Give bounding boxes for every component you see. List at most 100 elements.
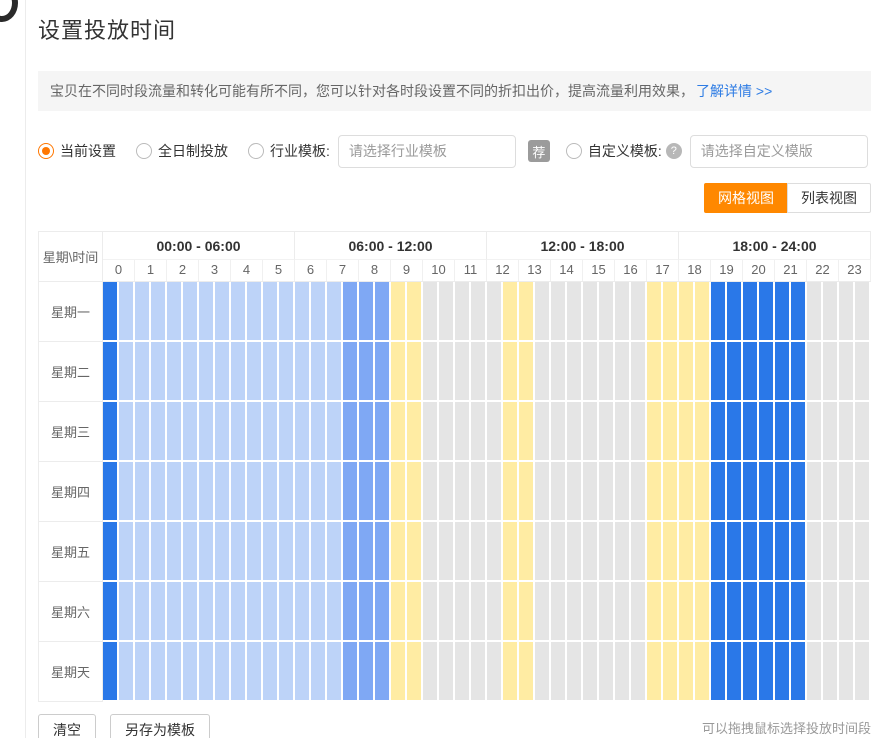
halfhour-cell[interactable] [439, 342, 455, 402]
halfhour-cell[interactable] [263, 462, 279, 522]
halfhour-cell[interactable] [135, 582, 151, 642]
halfhour-cell[interactable] [167, 522, 183, 582]
halfhour-cell[interactable] [439, 402, 455, 462]
halfhour-cell[interactable] [119, 462, 135, 522]
save-as-template-button[interactable]: 另存为模板 [110, 714, 210, 738]
halfhour-cell[interactable] [279, 642, 295, 702]
learn-more-link[interactable]: 了解详情 >> [696, 83, 772, 99]
halfhour-cell[interactable] [695, 522, 711, 582]
halfhour-cell[interactable] [247, 582, 263, 642]
halfhour-cell[interactable] [423, 462, 439, 522]
halfhour-cell[interactable] [823, 642, 839, 702]
halfhour-cell[interactable] [119, 642, 135, 702]
halfhour-cell[interactable] [855, 402, 871, 462]
halfhour-cell[interactable] [247, 282, 263, 342]
halfhour-cell[interactable] [551, 282, 567, 342]
halfhour-cell[interactable] [791, 342, 807, 402]
halfhour-cell[interactable] [167, 462, 183, 522]
halfhour-cell[interactable] [487, 642, 503, 702]
halfhour-cell[interactable] [327, 522, 343, 582]
halfhour-cell[interactable] [231, 462, 247, 522]
halfhour-cell[interactable] [503, 462, 519, 522]
halfhour-cell[interactable] [599, 642, 615, 702]
radio-current-settings[interactable]: 当前设置 [38, 141, 116, 161]
halfhour-cell[interactable] [423, 642, 439, 702]
halfhour-cell[interactable] [279, 582, 295, 642]
halfhour-cell[interactable] [471, 582, 487, 642]
halfhour-cell[interactable] [487, 522, 503, 582]
halfhour-cell[interactable] [247, 522, 263, 582]
halfhour-cell[interactable] [551, 582, 567, 642]
halfhour-cell[interactable] [615, 462, 631, 522]
halfhour-cell[interactable] [455, 522, 471, 582]
halfhour-cell[interactable] [727, 402, 743, 462]
halfhour-cell[interactable] [391, 582, 407, 642]
halfhour-cell[interactable] [743, 282, 759, 342]
halfhour-cell[interactable] [839, 342, 855, 402]
halfhour-cell[interactable] [775, 462, 791, 522]
halfhour-cell[interactable] [279, 282, 295, 342]
halfhour-cell[interactable] [471, 522, 487, 582]
halfhour-cell[interactable] [727, 582, 743, 642]
halfhour-cell[interactable] [855, 342, 871, 402]
halfhour-cell[interactable] [487, 462, 503, 522]
halfhour-cell[interactable] [647, 342, 663, 402]
halfhour-cell[interactable] [103, 282, 119, 342]
halfhour-cell[interactable] [375, 642, 391, 702]
halfhour-cell[interactable] [567, 522, 583, 582]
halfhour-cell[interactable] [743, 642, 759, 702]
halfhour-cell[interactable] [567, 342, 583, 402]
halfhour-cell[interactable] [631, 282, 647, 342]
halfhour-cell[interactable] [247, 642, 263, 702]
halfhour-cell[interactable] [727, 282, 743, 342]
halfhour-cell[interactable] [519, 282, 535, 342]
halfhour-cell[interactable] [295, 282, 311, 342]
halfhour-cell[interactable] [503, 642, 519, 702]
halfhour-cell[interactable] [375, 402, 391, 462]
halfhour-cell[interactable] [647, 582, 663, 642]
halfhour-cell[interactable] [151, 402, 167, 462]
halfhour-cell[interactable] [103, 522, 119, 582]
halfhour-cell[interactable] [711, 462, 727, 522]
halfhour-cell[interactable] [247, 342, 263, 402]
halfhour-cell[interactable] [103, 462, 119, 522]
halfhour-cell[interactable] [631, 522, 647, 582]
halfhour-cell[interactable] [663, 642, 679, 702]
halfhour-cell[interactable] [407, 642, 423, 702]
halfhour-cell[interactable] [503, 402, 519, 462]
halfhour-cell[interactable] [615, 522, 631, 582]
halfhour-cell[interactable] [679, 642, 695, 702]
halfhour-cell[interactable] [215, 642, 231, 702]
halfhour-cell[interactable] [423, 402, 439, 462]
halfhour-cell[interactable] [759, 642, 775, 702]
halfhour-cell[interactable] [791, 582, 807, 642]
halfhour-cell[interactable] [791, 522, 807, 582]
halfhour-cell[interactable] [615, 402, 631, 462]
halfhour-cell[interactable] [135, 462, 151, 522]
halfhour-cell[interactable] [807, 462, 823, 522]
halfhour-cell[interactable] [743, 342, 759, 402]
halfhour-cell[interactable] [695, 462, 711, 522]
halfhour-cell[interactable] [327, 642, 343, 702]
halfhour-cell[interactable] [647, 642, 663, 702]
halfhour-cell[interactable] [295, 402, 311, 462]
halfhour-cell[interactable] [615, 342, 631, 402]
halfhour-cell[interactable] [375, 462, 391, 522]
halfhour-cell[interactable] [247, 462, 263, 522]
halfhour-cell[interactable] [695, 282, 711, 342]
halfhour-cell[interactable] [455, 642, 471, 702]
halfhour-cell[interactable] [311, 522, 327, 582]
halfhour-cell[interactable] [503, 522, 519, 582]
halfhour-cell[interactable] [167, 642, 183, 702]
halfhour-cell[interactable] [119, 342, 135, 402]
halfhour-cell[interactable] [311, 342, 327, 402]
halfhour-cell[interactable] [343, 462, 359, 522]
halfhour-cell[interactable] [199, 522, 215, 582]
halfhour-cell[interactable] [663, 522, 679, 582]
halfhour-cell[interactable] [215, 342, 231, 402]
halfhour-cell[interactable] [407, 342, 423, 402]
halfhour-cell[interactable] [295, 582, 311, 642]
halfhour-cell[interactable] [775, 342, 791, 402]
halfhour-cell[interactable] [631, 462, 647, 522]
list-view-button[interactable]: 列表视图 [787, 183, 871, 213]
